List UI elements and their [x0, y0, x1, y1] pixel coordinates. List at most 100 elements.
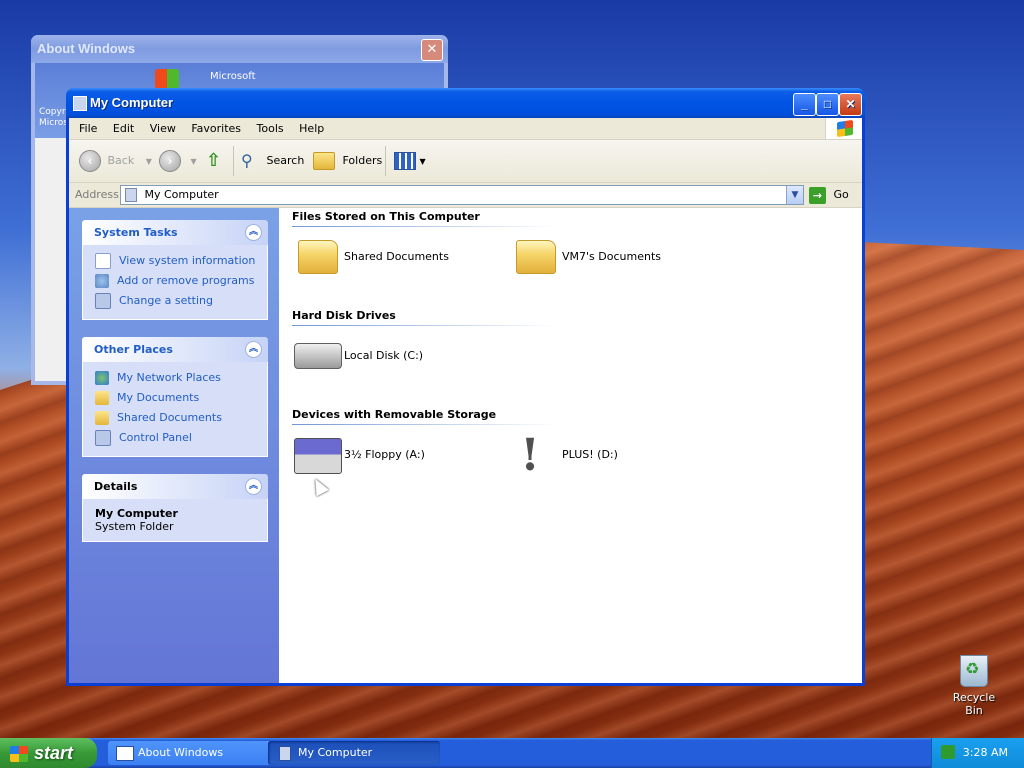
my-computer-titlebar[interactable]: My Computer _ □ ✕ [66, 88, 865, 118]
group-header-files-stored: Files Stored on This Computer [292, 210, 557, 227]
hard-disk-icon [294, 343, 342, 369]
place-label: My Documents [117, 391, 200, 404]
item-plus-d[interactable]: ! PLUS! (D:) [510, 432, 710, 480]
details-header[interactable]: Details ︽ [82, 474, 268, 499]
menu-tools[interactable]: Tools [251, 118, 290, 139]
folder-up-icon: ⇧ [206, 150, 222, 171]
system-tasks-title: System Tasks [94, 226, 178, 239]
menu-bar: File Edit View Favorites Tools Help [69, 118, 862, 140]
computer-icon [73, 96, 87, 111]
about-copyright: Copyri Micros [39, 107, 68, 129]
item-floppy-a[interactable]: 3½ Floppy (A:) [292, 432, 492, 480]
details-panel: Details ︽ My Computer System Folder [82, 474, 268, 542]
task-view-system-info[interactable]: View system information [95, 251, 267, 271]
clock[interactable]: 3:28 AM [963, 738, 1008, 768]
start-label: start [34, 743, 74, 763]
about-close-button[interactable]: ✕ [421, 39, 443, 61]
details-name: My Computer [95, 507, 178, 520]
system-tray: 3:28 AM [931, 738, 1024, 768]
menu-edit[interactable]: Edit [107, 118, 140, 139]
folders-button[interactable]: Folders [313, 150, 382, 172]
recycle-bin-icon [960, 655, 988, 687]
group-header-hard-disks: Hard Disk Drives [292, 309, 557, 326]
place-network[interactable]: My Network Places [95, 368, 267, 388]
system-tasks-header[interactable]: System Tasks ︽ [82, 220, 268, 245]
toolbar-separator [233, 146, 234, 176]
group-header-removable: Devices with Removable Storage [292, 408, 557, 425]
toolbar-separator [385, 146, 386, 176]
go-arrow-icon: → [809, 186, 826, 204]
go-button[interactable]: → Go [809, 186, 849, 204]
desktop-recycle-bin[interactable]: Recycle Bin [944, 655, 1004, 717]
folder-icon [298, 240, 338, 274]
control-panel-icon [95, 430, 111, 446]
item-label: PLUS! (D:) [562, 448, 618, 461]
system-info-icon [95, 253, 111, 269]
item-label: Shared Documents [344, 250, 449, 263]
minimize-button[interactable]: _ [793, 93, 816, 116]
taskbar-label: About Windows [138, 746, 224, 759]
recycle-bin-label: Recycle Bin [952, 691, 996, 717]
toolbar: ‹ Back ▼ › ▼ ⇧ ⚲ Search Folders ▼ [69, 140, 862, 183]
collapse-chevron-icon[interactable]: ︽ [245, 341, 262, 358]
collapse-chevron-icon[interactable]: ︽ [245, 224, 262, 241]
copyright-line: Copyri [39, 107, 69, 117]
task-label: View system information [119, 254, 256, 267]
my-computer-window[interactable]: My Computer _ □ ✕ File Edit View Favorit… [66, 88, 865, 686]
task-add-remove-programs[interactable]: Add or remove programs [95, 271, 267, 291]
folders-label: Folders [342, 154, 383, 167]
close-button[interactable]: ✕ [839, 93, 862, 116]
item-label: VM7's Documents [562, 250, 661, 263]
search-icon: ⚲ [241, 151, 253, 170]
taskbar-about-windows[interactable]: About Windows [108, 741, 294, 765]
address-label: Address [75, 188, 119, 201]
place-label: Control Panel [119, 431, 192, 444]
about-logo-text: Microsoft [210, 71, 256, 82]
control-panel-icon [95, 293, 111, 309]
up-button[interactable]: ⇧ [206, 150, 226, 172]
back-arrow-icon: ‹ [79, 150, 101, 172]
forward-button[interactable]: › ▼ [159, 150, 197, 172]
window-title: My Computer [90, 95, 174, 110]
system-tasks-panel: System Tasks ︽ View system information A… [82, 220, 268, 320]
about-windows-titlebar[interactable]: About Windows [31, 35, 448, 63]
windows-flag-icon [10, 746, 28, 763]
address-dropdown-button[interactable]: ▼ [786, 186, 803, 204]
place-shared-documents[interactable]: Shared Documents [95, 408, 267, 428]
item-vm7-documents[interactable]: VM7's Documents [510, 234, 710, 282]
back-button[interactable]: ‹ Back ▼ [79, 150, 152, 172]
menu-view[interactable]: View [144, 118, 182, 139]
other-places-header[interactable]: Other Places ︽ [82, 337, 268, 362]
back-label: Back [107, 154, 135, 167]
start-button[interactable]: start [0, 738, 97, 768]
item-shared-documents[interactable]: Shared Documents [292, 234, 492, 282]
forward-dropdown-icon: ▼ [190, 157, 197, 166]
address-input[interactable]: My Computer ▼ [120, 185, 804, 205]
other-places-panel: Other Places ︽ My Network Places My Docu… [82, 337, 268, 457]
menu-favorites[interactable]: Favorites [185, 118, 247, 139]
add-remove-icon [95, 274, 109, 288]
item-local-disk-c[interactable]: Local Disk (C:) [292, 333, 492, 381]
file-list: Files Stored on This Computer Shared Doc… [279, 208, 862, 683]
views-button[interactable]: ▼ [394, 150, 426, 172]
details-type: System Folder [95, 520, 174, 533]
place-my-documents[interactable]: My Documents [95, 388, 267, 408]
forward-arrow-icon: › [159, 150, 181, 172]
views-icon [394, 152, 416, 170]
window-icon [116, 746, 134, 761]
search-button[interactable]: ⚲ Search [241, 150, 304, 172]
exclamation-icon: ! [520, 430, 540, 481]
collapse-chevron-icon[interactable]: ︽ [245, 478, 262, 495]
folder-icon [516, 240, 556, 274]
menu-file[interactable]: File [73, 118, 103, 139]
tray-network-icon[interactable] [941, 745, 955, 759]
menu-help[interactable]: Help [293, 118, 330, 139]
taskbar-my-computer[interactable]: My Computer [268, 741, 440, 765]
windows-flag-icon [825, 118, 862, 139]
task-change-setting[interactable]: Change a setting [95, 291, 267, 311]
maximize-button[interactable]: □ [816, 93, 839, 116]
place-control-panel[interactable]: Control Panel [95, 428, 267, 448]
views-dropdown-icon: ▼ [419, 157, 426, 166]
search-label: Search [266, 154, 305, 167]
folder-icon [95, 391, 109, 405]
